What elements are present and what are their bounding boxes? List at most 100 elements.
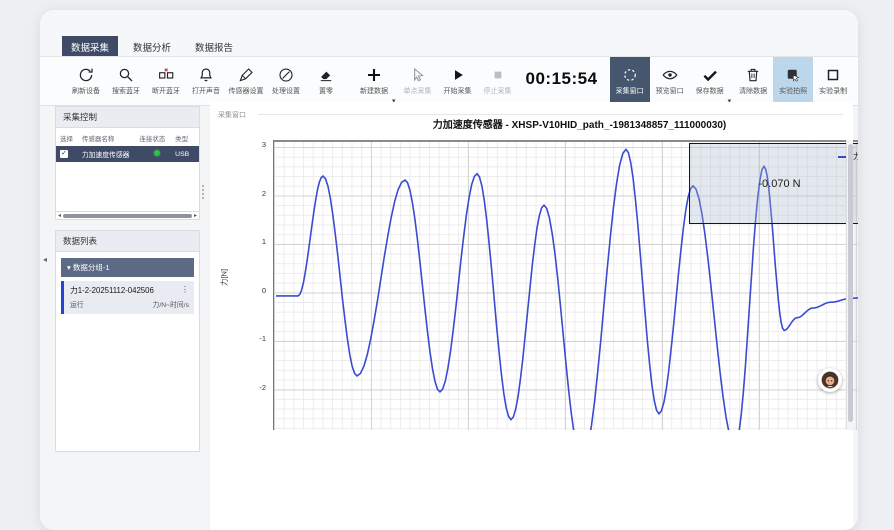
chart-panel: 采集窗口 力加速度传感器 - XHSP-V10HID_path_-1981348… bbox=[210, 102, 853, 530]
tab-data-analysis[interactable]: 数据分析 bbox=[124, 36, 180, 58]
y-axis-label: 力[N] bbox=[219, 258, 230, 298]
save-data-button[interactable]: 保存数据 bbox=[690, 57, 730, 105]
y-tick-label: 1 bbox=[262, 237, 266, 246]
button-label: 搜索蓝牙 bbox=[112, 86, 140, 96]
eraser-icon bbox=[317, 66, 335, 84]
sensor-type: USB bbox=[175, 151, 195, 158]
button-label: 开始采集 bbox=[444, 86, 472, 96]
bluetooth-disconnect-icon bbox=[157, 66, 175, 84]
data-list-header: 数据列表 bbox=[55, 230, 200, 252]
check-icon bbox=[701, 66, 719, 84]
single-point-collect-button[interactable]: 单点采集 bbox=[398, 57, 438, 105]
collect-window-button[interactable]: 采集窗口 bbox=[610, 57, 650, 105]
eye-icon bbox=[661, 66, 679, 84]
search-bluetooth-button[interactable]: 搜索蓝牙 bbox=[106, 57, 146, 105]
more-menu-icon[interactable]: ⋮ bbox=[181, 285, 189, 296]
tab-data-report[interactable]: 数据报告 bbox=[186, 36, 242, 58]
divider bbox=[258, 114, 843, 115]
button-label: 单点采集 bbox=[404, 86, 432, 96]
button-label: 实验录制 bbox=[819, 86, 847, 96]
scroll-left-icon[interactable]: ◂ bbox=[58, 213, 61, 219]
button-label: 保存数据 bbox=[696, 86, 724, 96]
sensor-checkbox[interactable]: ✓ bbox=[60, 150, 68, 158]
pointer-icon bbox=[409, 66, 427, 84]
app-window: 数据采集 数据分析 数据报告 刷新设备 搜索蓝牙 断开蓝牙 打开声音 传感器设置 bbox=[40, 10, 858, 530]
data-item-axes: 力/N~时间/s bbox=[153, 299, 189, 309]
plus-icon bbox=[365, 66, 383, 84]
play-icon bbox=[449, 66, 467, 84]
vscroll-thumb[interactable] bbox=[848, 144, 853, 422]
sidebar-collapse-icon[interactable]: ◂ bbox=[43, 255, 47, 264]
scroll-right-icon[interactable]: ▸ bbox=[194, 213, 197, 219]
experiment-record-button[interactable]: 实验录制 bbox=[813, 57, 853, 105]
clear-data-button[interactable]: 清除数据 bbox=[733, 57, 773, 105]
chart-title: 力加速度传感器 - XHSP-V10HID_path_-1981348857_1… bbox=[273, 116, 858, 131]
new-data-button[interactable]: 新建数据 bbox=[354, 57, 394, 105]
process-settings-icon bbox=[277, 66, 295, 84]
start-collect-button[interactable]: 开始采集 bbox=[438, 57, 478, 105]
data-group-row[interactable]: ▾ 数据分组-1 bbox=[61, 258, 194, 277]
avatar-face-icon bbox=[820, 370, 840, 390]
bell-icon bbox=[197, 66, 215, 84]
button-label: 采集窗口 bbox=[616, 86, 644, 96]
selection-annotation-box[interactable]: -0.070 N 力 bbox=[689, 143, 858, 224]
sensor-settings-icon bbox=[237, 66, 255, 84]
record-frame-icon bbox=[824, 66, 842, 84]
plot-area[interactable]: -0.070 N 力 bbox=[273, 140, 858, 430]
status-dot-connected bbox=[154, 150, 160, 156]
data-item[interactable]: 力1-2-20251112-042506 ⋮ 运行 力/N~时间/s bbox=[61, 281, 194, 314]
chart-window-label: 采集窗口 bbox=[218, 110, 246, 120]
button-label: 处理设置 bbox=[272, 86, 300, 96]
refresh-icon bbox=[77, 66, 95, 84]
button-label: 刷新设备 bbox=[72, 86, 100, 96]
collect-window-icon bbox=[621, 66, 639, 84]
button-label: 实验拍照 bbox=[779, 86, 807, 96]
zero-button[interactable]: 置零 bbox=[306, 57, 346, 105]
y-tick-label: 2 bbox=[262, 189, 266, 198]
sound-on-button[interactable]: 打开声音 bbox=[186, 57, 226, 105]
sidebar: 采集控制 选择 传感器名称 连接状态 类型 ✓ 力加速度传感器 USB ◂ ▸ … bbox=[55, 106, 200, 530]
legend-label: 力 bbox=[853, 151, 858, 162]
splitter-handle[interactable] bbox=[200, 185, 205, 211]
sensor-settings-button[interactable]: 传感器设置 bbox=[226, 57, 266, 105]
button-label: 停止采集 bbox=[484, 86, 512, 96]
hscroll-thumb[interactable] bbox=[63, 214, 192, 218]
col-status: 连接状态 bbox=[139, 133, 175, 143]
y-axis-ticks: 3 2 1 0 -1 -2 bbox=[244, 140, 270, 430]
collect-timer: 00:15:54 bbox=[526, 69, 598, 89]
button-label: 打开声音 bbox=[192, 86, 220, 96]
col-select: 选择 bbox=[60, 133, 82, 143]
stop-icon bbox=[489, 66, 507, 84]
button-label: 新建数据 bbox=[360, 86, 388, 96]
y-tick-label: -1 bbox=[259, 334, 266, 343]
sensor-row[interactable]: ✓ 力加速度传感器 USB bbox=[56, 146, 199, 162]
experiment-photo-button[interactable]: 实验拍照 bbox=[773, 57, 813, 105]
disconnect-bluetooth-button[interactable]: 断开蓝牙 bbox=[146, 57, 186, 105]
tab-data-collect[interactable]: 数据采集 bbox=[62, 36, 118, 58]
stop-collect-button[interactable]: 停止采集 bbox=[478, 57, 518, 105]
button-label: 断开蓝牙 bbox=[152, 86, 180, 96]
button-label: 清除数据 bbox=[739, 86, 767, 96]
trash-icon bbox=[744, 66, 762, 84]
y-tick-label: -2 bbox=[259, 383, 266, 392]
refresh-device-button[interactable]: 刷新设备 bbox=[66, 57, 106, 105]
button-label: 置零 bbox=[319, 86, 333, 96]
data-item-status: 运行 bbox=[70, 299, 84, 309]
annotation-value: -0.070 N bbox=[758, 178, 800, 190]
button-label: 传感器设置 bbox=[229, 86, 264, 96]
preview-window-button[interactable]: 预览窗口 bbox=[650, 57, 690, 105]
y-tick-label: 0 bbox=[262, 286, 266, 295]
assistant-avatar-button[interactable] bbox=[818, 368, 842, 392]
y-tick-label: 3 bbox=[262, 140, 266, 149]
chart-vscrollbar[interactable] bbox=[846, 140, 853, 430]
process-settings-button[interactable]: 处理设置 bbox=[266, 57, 306, 105]
data-list-panel: 数据列表 ▾ 数据分组-1 力1-2-20251112-042506 ⋮ 运行 … bbox=[55, 230, 200, 452]
data-item-title: 力1-2-20251112-042506 bbox=[70, 285, 154, 296]
sensor-table-hscrollbar[interactable]: ◂ ▸ bbox=[55, 212, 200, 220]
button-label: 预览窗口 bbox=[656, 86, 684, 96]
tab-bar: 数据采集 数据分析 数据报告 bbox=[40, 10, 858, 56]
data-list-body: ▾ 数据分组-1 力1-2-20251112-042506 ⋮ 运行 力/N~时… bbox=[55, 252, 200, 452]
sensor-table: 选择 传感器名称 连接状态 类型 ✓ 力加速度传感器 USB bbox=[55, 128, 200, 212]
formula-calc-button[interactable]: 公式计算 bbox=[853, 57, 858, 105]
col-type: 类型 bbox=[175, 133, 195, 143]
